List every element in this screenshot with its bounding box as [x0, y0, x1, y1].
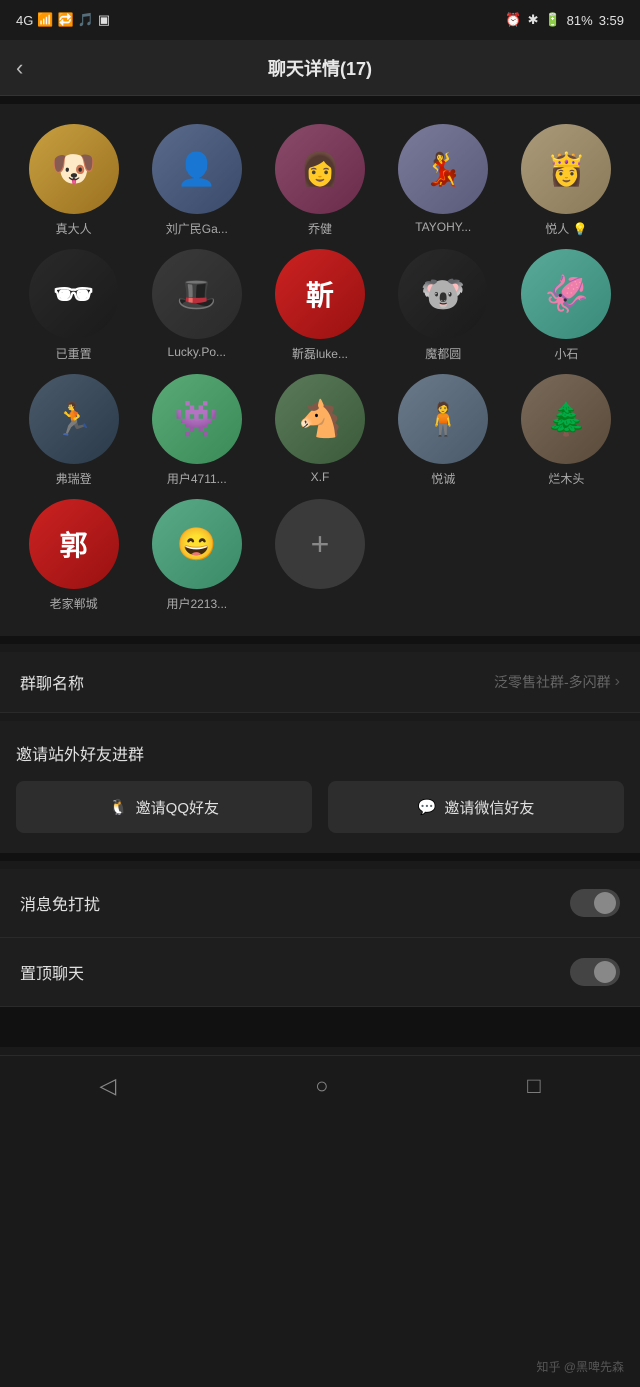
status-left: 4G 📶 🔁 🎵 ▣: [16, 12, 110, 28]
member-name: 悦人 💡: [545, 220, 587, 237]
member-item[interactable]: 🌲烂木头: [509, 374, 624, 487]
member-name: 靳磊luke...: [292, 345, 348, 362]
wechat-icon: 💬: [418, 798, 437, 816]
alarm-icon: ⏰: [505, 12, 521, 28]
header-divider: [0, 96, 640, 104]
bottom-spacer: [0, 1007, 640, 1047]
member-name: X.F: [311, 470, 330, 484]
member-item[interactable]: 🎩Lucky.Po...: [139, 249, 254, 362]
toggle-section: 消息免打扰 置顶聊天: [0, 869, 640, 1007]
member-name: 魔都圆: [425, 345, 461, 362]
back-button[interactable]: ‹: [16, 55, 23, 81]
chevron-right-icon: ›: [615, 673, 620, 691]
wifi-icon: 🔁: [58, 12, 74, 28]
status-bar: 4G 📶 🔁 🎵 ▣ ⏰ ✱ 🔋 81% 3:59: [0, 0, 640, 40]
group-name-value: 泛零售社群-多闪群 ›: [494, 672, 620, 692]
member-name: 小石: [554, 345, 578, 362]
member-name: 弗瑞登: [56, 470, 92, 487]
member-item[interactable]: 🐴X.F: [262, 374, 377, 487]
member-item[interactable]: 🕶已重置: [16, 249, 131, 362]
battery-icon: 🔋: [544, 12, 560, 28]
member-name: TAYOHY...: [415, 220, 471, 234]
qq-icon: 🐧: [109, 798, 128, 816]
section-divider-1: [0, 636, 640, 644]
app-icon: ▣: [98, 12, 110, 28]
bottom-nav: ◁ ○ □: [0, 1055, 640, 1115]
member-name: 悦诚: [431, 470, 455, 487]
member-item[interactable]: 👤刘广民Ga...: [139, 124, 254, 237]
member-item[interactable]: 🧍悦诚: [386, 374, 501, 487]
member-name: Lucky.Po...: [168, 345, 226, 359]
members-section: 🐶真大人👤刘广民Ga...👩乔健💃TAYOHY...👸悦人 💡 🕶已重置🎩Luck…: [0, 104, 640, 636]
pin-row: 置顶聊天: [0, 938, 640, 1007]
network-icon: 4G: [16, 13, 33, 28]
dnd-label: 消息免打扰: [20, 891, 100, 915]
dnd-toggle[interactable]: [570, 889, 620, 917]
member-item[interactable]: 😄用户2213...: [139, 499, 254, 612]
pin-label: 置顶聊天: [20, 960, 84, 984]
group-name-row[interactable]: 群聊名称 泛零售社群-多闪群 ›: [0, 652, 640, 713]
invite-title: 邀请站外好友进群: [16, 741, 624, 765]
section-divider-2: [0, 853, 640, 861]
member-name: 刘广民Ga...: [166, 220, 228, 237]
member-name: 已重置: [56, 345, 92, 362]
tiktok-icon: 🎵: [78, 12, 94, 28]
invite-qq-button[interactable]: 🐧 邀请QQ好友: [16, 781, 312, 833]
members-grid: 🐶真大人👤刘广民Ga...👩乔健💃TAYOHY...👸悦人 💡 🕶已重置🎩Luck…: [16, 124, 624, 612]
time: 3:59: [599, 13, 624, 28]
member-name: 老家郸城: [50, 595, 98, 612]
invite-wechat-button[interactable]: 💬 邀请微信好友: [328, 781, 624, 833]
member-item[interactable]: 👩乔健: [262, 124, 377, 237]
member-item[interactable]: 靳靳磊luke...: [262, 249, 377, 362]
signal-icon: 📶: [37, 12, 53, 28]
invite-section: 邀请站外好友进群 🐧 邀请QQ好友 💬 邀请微信好友: [0, 721, 640, 853]
member-name: 真大人: [56, 220, 92, 237]
watermark: 知乎 @黑啤先森: [536, 1358, 624, 1375]
dnd-row: 消息免打扰: [0, 869, 640, 938]
member-item[interactable]: 💃TAYOHY...: [386, 124, 501, 237]
nav-recent-button[interactable]: □: [527, 1073, 540, 1099]
add-member-button[interactable]: +: [275, 499, 365, 589]
settings-section: 群聊名称 泛零售社群-多闪群 ›: [0, 652, 640, 713]
group-name-label: 群聊名称: [20, 670, 84, 694]
bluetooth-icon: ✱: [528, 12, 539, 28]
nav-back-button[interactable]: ◁: [99, 1073, 116, 1099]
member-item[interactable]: 👾用户4711...: [139, 374, 254, 487]
member-name: 烂木头: [548, 470, 584, 487]
member-name: 用户2213...: [166, 595, 227, 612]
battery-percent: 81%: [567, 13, 593, 28]
member-item[interactable]: 🐶真大人: [16, 124, 131, 237]
header: ‹ 聊天详情(17): [0, 40, 640, 96]
member-name: 乔健: [308, 220, 332, 237]
status-right: ⏰ ✱ 🔋 81% 3:59: [505, 12, 624, 28]
member-item[interactable]: 🏃弗瑞登: [16, 374, 131, 487]
member-item[interactable]: 郭老家郸城: [16, 499, 131, 612]
page-title: 聊天详情(17): [268, 55, 372, 81]
member-item[interactable]: 🐨魔都圆: [386, 249, 501, 362]
pin-toggle[interactable]: [570, 958, 620, 986]
member-name: 用户4711...: [167, 470, 227, 487]
member-item[interactable]: 🦑小石: [509, 249, 624, 362]
invite-buttons: 🐧 邀请QQ好友 💬 邀请微信好友: [16, 781, 624, 833]
add-member-item[interactable]: +: [262, 499, 377, 612]
member-item[interactable]: 👸悦人 💡: [509, 124, 624, 237]
nav-home-button[interactable]: ○: [315, 1073, 328, 1099]
